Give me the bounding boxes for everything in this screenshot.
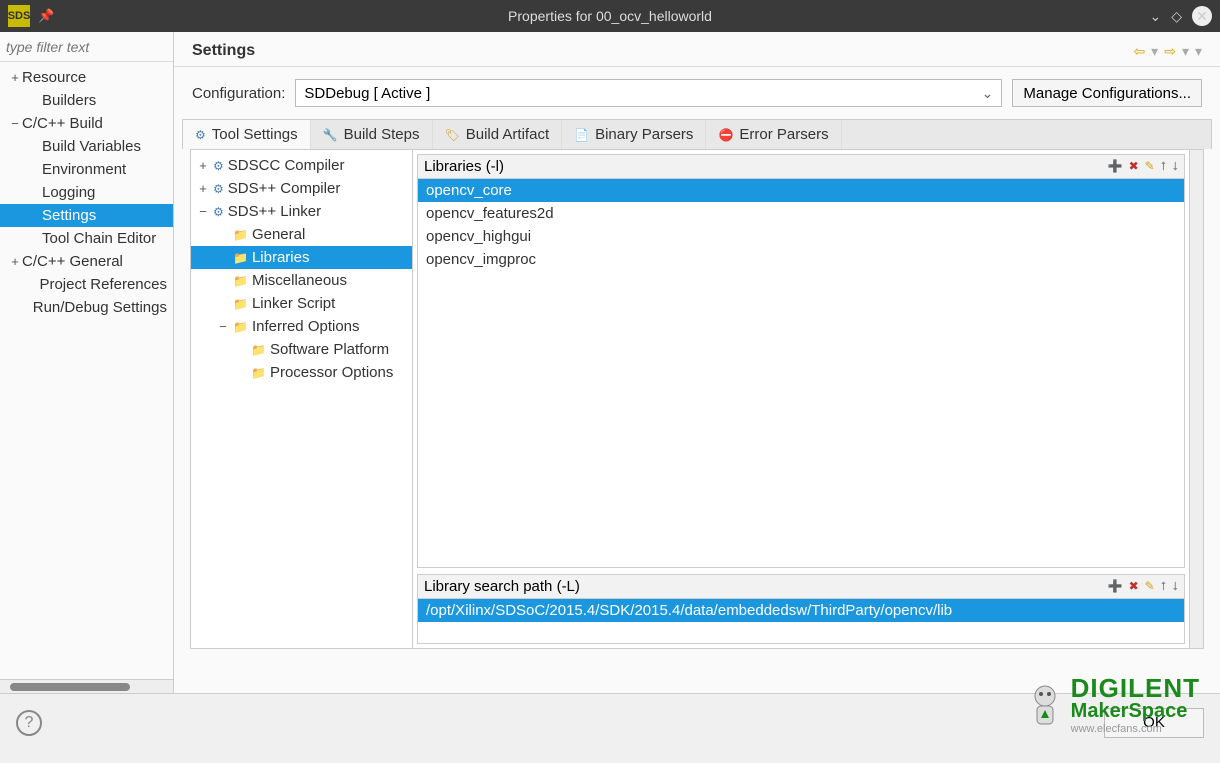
help-button[interactable]: ? [16,710,42,736]
list-item[interactable]: opencv_highgui [418,225,1184,248]
tool-item[interactable]: 📁Libraries [191,246,412,269]
nav-forward-icon[interactable]: ⇨ [1164,43,1176,60]
folder-icon: 📁 [233,320,248,334]
category-item[interactable]: +Resource [0,66,173,89]
category-item[interactable]: +C/C++ General [0,250,173,273]
category-item[interactable]: Build Variables [0,135,173,158]
titlebar: SDS 📌 Properties for 00_ocv_helloworld ⌄… [0,0,1220,32]
horizontal-scrollbar[interactable] [0,679,173,693]
gear-icon: ⚙ [213,205,224,219]
folder-icon: 📁 [233,274,248,288]
settings-panel: Settings ⇦ ▾ ⇨ ▾ ▾ Configuration: SDDebu… [174,32,1220,693]
category-item[interactable]: Project References [0,273,173,296]
folder-icon: 📁 [233,228,248,242]
tool-settings-tree[interactable]: +⚙SDSCC Compiler+⚙SDS++ Compiler−⚙SDS++ … [191,150,413,648]
category-item[interactable]: Tool Chain Editor [0,227,173,250]
error-icon: ⛔ [718,128,733,142]
page-title: Settings [192,42,255,60]
list-item[interactable]: opencv_features2d [418,202,1184,225]
vertical-scrollbar[interactable] [1189,150,1203,648]
close-icon[interactable]: ✕ [1192,6,1212,26]
tool-item[interactable]: −📁Inferred Options [191,315,412,338]
window-title: Properties for 00_ocv_helloworld [508,8,712,24]
tool-item[interactable]: 📁General [191,223,412,246]
move-up-icon[interactable]: ⭡ [1161,579,1167,594]
add-icon[interactable]: ➕ [1108,159,1123,174]
folder-icon: 📁 [233,297,248,311]
tool-item[interactable]: 📁Processor Options [191,361,412,384]
nav-back-icon[interactable]: ⇦ [1133,43,1145,60]
category-item[interactable]: −C/C++ Build [0,112,173,135]
nav-back-dropdown-icon[interactable]: ▾ [1151,43,1158,60]
settings-tabs: ⚙Tool Settings🔧Build Steps🏷Build Artifac… [182,119,1212,149]
category-item[interactable]: Run/Debug Settings [0,296,173,319]
category-panel: ✕ ❮ +ResourceBuilders−C/C++ BuildBuild V… [0,32,174,693]
tab-build-artifact[interactable]: 🏷Build Artifact [433,120,563,149]
libraries-group: Libraries (-l) ➕ ✖ ✎ ⭡ ⭣ opencv_coreopen… [417,154,1185,568]
tab-binary-parsers[interactable]: 📄Binary Parsers [562,120,706,149]
binary-icon: 📄 [574,128,589,142]
tool-item[interactable]: 📁Linker Script [191,292,412,315]
list-item[interactable]: opencv_core [418,179,1184,202]
tool-item[interactable]: −⚙SDS++ Linker [191,200,412,223]
configuration-label: Configuration: [192,85,285,102]
tab-error-parsers[interactable]: ⛔Error Parsers [706,120,841,149]
folder-icon: 📁 [233,251,248,265]
gear-icon: ⚙ [213,182,224,196]
minimize-icon[interactable]: ⌄ [1149,8,1161,25]
category-item[interactable]: Environment [0,158,173,181]
list-item[interactable]: /opt/Xilinx/SDSoC/2015.4/SDK/2015.4/data… [418,599,1184,622]
configuration-select[interactable]: SDDebug [ Active ] [295,79,1002,107]
move-up-icon[interactable]: ⭡ [1161,159,1167,174]
category-tree[interactable]: +ResourceBuilders−C/C++ BuildBuild Varia… [0,62,173,679]
nav-forward-dropdown-icon[interactable]: ▾ [1182,43,1189,60]
artifact-icon: 🏷 [445,128,460,142]
add-icon[interactable]: ➕ [1108,579,1123,594]
tool-item[interactable]: +⚙SDS++ Compiler [191,177,412,200]
view-menu-icon[interactable]: ▾ [1195,43,1202,60]
folder-icon: 📁 [251,366,266,380]
tool-item[interactable]: 📁Software Platform [191,338,412,361]
library-search-path-group: Library search path (-L) ➕ ✖ ✎ ⭡ ⭣ /opt/… [417,574,1185,644]
list-item[interactable]: opencv_imgproc [418,248,1184,271]
tab-build-steps[interactable]: 🔧Build Steps [311,120,433,149]
delete-icon[interactable]: ✖ [1129,159,1139,174]
library-search-path-list[interactable]: /opt/Xilinx/SDSoC/2015.4/SDK/2015.4/data… [418,599,1184,643]
maximize-icon[interactable]: ◇ [1171,8,1182,25]
filter-input[interactable] [6,39,188,55]
tab-tool-settings[interactable]: ⚙Tool Settings [183,120,311,149]
pin-icon[interactable]: 📌 [38,8,54,24]
category-item[interactable]: Settings [0,204,173,227]
gear-icon: ⚙ [213,159,224,173]
manage-configurations-button[interactable]: Manage Configurations... [1012,79,1202,107]
ok-button[interactable]: OK [1104,708,1204,738]
steps-icon: 🔧 [323,128,338,142]
libraries-header: Libraries (-l) [424,158,504,175]
gear-icon: ⚙ [195,128,206,142]
delete-icon[interactable]: ✖ [1129,579,1139,594]
edit-icon[interactable]: ✎ [1145,159,1155,174]
tool-item[interactable]: 📁Miscellaneous [191,269,412,292]
edit-icon[interactable]: ✎ [1145,579,1155,594]
library-search-path-header: Library search path (-L) [424,578,580,595]
move-down-icon[interactable]: ⭣ [1172,579,1178,594]
category-item[interactable]: Builders [0,89,173,112]
move-down-icon[interactable]: ⭣ [1172,159,1178,174]
app-icon: SDS [8,5,30,27]
folder-icon: 📁 [251,343,266,357]
button-bar: ? OK [0,693,1220,751]
category-item[interactable]: Logging [0,181,173,204]
configuration-value: SDDebug [ Active ] [304,85,430,102]
tool-item[interactable]: +⚙SDSCC Compiler [191,154,412,177]
libraries-list[interactable]: opencv_coreopencv_features2dopencv_highg… [418,179,1184,567]
